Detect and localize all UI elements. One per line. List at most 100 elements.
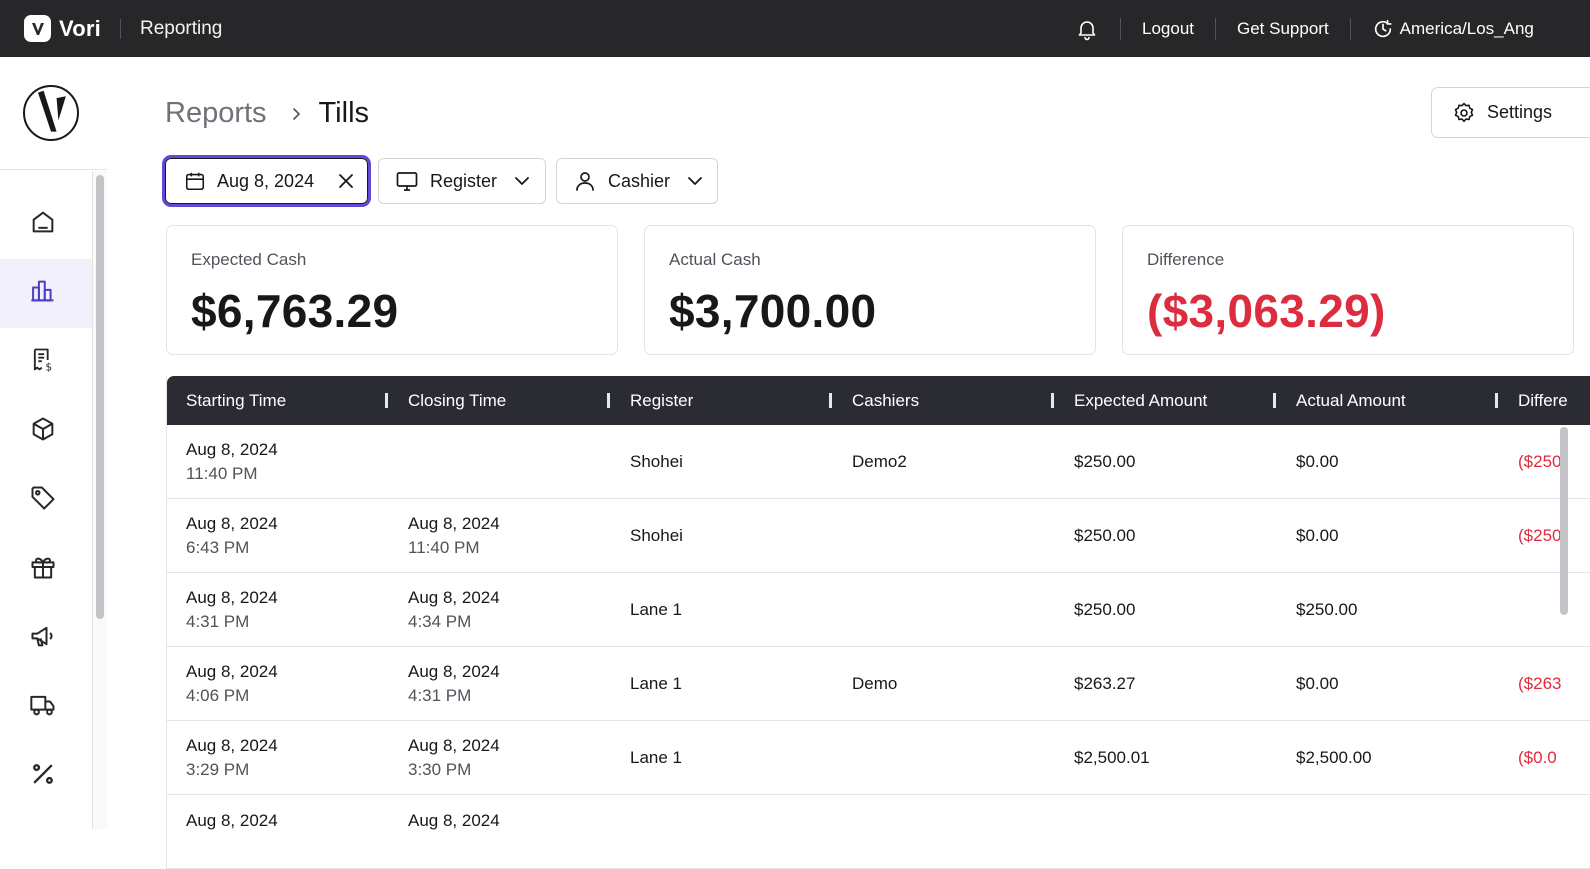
expected-amount-cell: $250.00: [1074, 526, 1136, 545]
notification-bell-icon[interactable]: [1075, 17, 1099, 41]
actual-cash-card: Actual Cash $3,700.00: [644, 225, 1096, 355]
table-row[interactable]: Aug 8, 2024 4:31 PM Aug 8, 2024 4:34 PM La…: [167, 573, 1590, 647]
cashier-filter-label: Cashier: [608, 170, 671, 191]
time-text: 11:40 PM: [186, 464, 258, 483]
closing-time-cell: Aug 8, 2024 4:31 PM: [408, 647, 500, 721]
cashiers-cell: Demo: [852, 674, 898, 693]
time-text: 4:31 PM: [408, 686, 472, 705]
logout-link[interactable]: Logout: [1142, 19, 1194, 39]
register-filter[interactable]: Register: [378, 158, 546, 204]
date-text: Aug 8, 2024: [408, 514, 500, 533]
percent-icon: [29, 760, 57, 793]
sidebar-scrollbar-thumb[interactable]: [96, 175, 104, 619]
starting-time-cell: Aug 8, 2024 11:40 PM: [186, 425, 278, 499]
column-resize-handle[interactable]: [1273, 393, 1276, 408]
cashier-filter[interactable]: Cashier: [556, 158, 718, 204]
actual-amount-cell: $0.00: [1296, 452, 1339, 471]
register-filter-label: Register: [430, 170, 498, 191]
column-resize-handle[interactable]: [1495, 393, 1498, 408]
column-header[interactable]: Expected Amount: [1074, 376, 1207, 425]
chevron-right-icon: [289, 107, 303, 121]
vori-logo-icon: [24, 15, 51, 42]
card-value: $6,763.29: [191, 285, 399, 337]
table-row[interactable]: Aug 8, 2024 3:29 PM Aug 8, 2024 3:30 PM La…: [167, 721, 1590, 795]
register-cell: Lane 1: [630, 748, 682, 767]
user-icon: [573, 169, 597, 193]
column-resize-handle[interactable]: [385, 393, 388, 408]
sidebar-item-orders[interactable]: [0, 673, 92, 742]
receipt-dollar-icon: $: [29, 346, 57, 379]
home-icon: [29, 208, 57, 241]
brand-logo[interactable]: Vori: [24, 15, 101, 42]
table-scrollbar[interactable]: [1560, 427, 1590, 829]
table-row[interactable]: Aug 8, 2024 11:40 PM Shohei Demo2 $250.00…: [167, 425, 1590, 499]
truck-icon: [29, 691, 57, 724]
table-scrollbar-thumb[interactable]: [1560, 427, 1568, 615]
closing-time-cell: Aug 8, 2024 3:30 PM: [408, 721, 500, 795]
tag-icon: [29, 484, 57, 517]
chevron-down-icon: [513, 172, 531, 190]
breadcrumb-reports[interactable]: Reports: [165, 97, 267, 130]
difference-cell: ($250: [1518, 526, 1562, 545]
sidebar-item-discounts[interactable]: [0, 742, 92, 811]
app-name: Reporting: [139, 17, 223, 39]
timezone-label: America/Los_Ang: [1399, 18, 1534, 38]
column-header[interactable]: Register: [630, 376, 693, 425]
sidebar-item-home[interactable]: [0, 190, 92, 259]
date-text: Aug 8, 2024: [186, 736, 278, 755]
sidebar-item-reporting[interactable]: [0, 259, 92, 328]
sidebar-item-products[interactable]: [0, 397, 92, 466]
starting-time-cell: Aug 8, 2024: [186, 795, 278, 869]
column-header[interactable]: Differe: [1518, 376, 1568, 425]
difference-cell: ($250: [1518, 452, 1562, 471]
divider: [119, 18, 121, 39]
sidebar-scrollbar[interactable]: [93, 171, 107, 829]
closing-time-cell: Aug 8, 2024: [408, 795, 500, 869]
date-text: Aug 8, 2024: [186, 662, 278, 681]
column-header[interactable]: Actual Amount: [1296, 376, 1406, 425]
expected-amount-cell: $250.00: [1074, 600, 1136, 619]
closing-time-cell: Aug 8, 2024 11:40 PM: [408, 499, 500, 573]
column-header[interactable]: Closing Time: [408, 376, 506, 425]
card-value: $3,700.00: [669, 285, 877, 337]
clear-date-icon[interactable]: [337, 172, 355, 190]
date-text: Aug 8, 2024: [408, 811, 500, 830]
register-cell: Lane 1: [630, 674, 682, 693]
date-filter[interactable]: Aug 8, 2024: [162, 155, 371, 207]
settings-button[interactable]: Settings: [1431, 87, 1590, 138]
chevron-down-icon: [686, 172, 704, 190]
card-label: Expected Cash: [191, 250, 307, 269]
column-header[interactable]: Starting Time: [186, 376, 286, 425]
sidebar-item-gift-cards[interactable]: [0, 535, 92, 604]
table-row[interactable]: Aug 8, 2024 4:06 PM Aug 8, 2024 4:31 PM La…: [167, 647, 1590, 721]
divider: [1349, 17, 1351, 40]
sidebar-item-receipts[interactable]: $: [0, 328, 92, 397]
column-resize-handle[interactable]: [1051, 393, 1054, 408]
date-text: Aug 8, 2024: [186, 514, 278, 533]
difference-cell: ($0.0: [1518, 748, 1557, 767]
time-text: 4:34 PM: [408, 612, 472, 631]
table-row[interactable]: Aug 8, 2024 6:43 PM Aug 8, 2024 11:40 PM S…: [167, 499, 1590, 573]
actual-amount-cell: $2,500.00: [1296, 748, 1372, 767]
divider: [1120, 17, 1121, 40]
sidebar-item-marketing[interactable]: [0, 604, 92, 673]
timezone-selector[interactable]: America/Los_Ang: [1372, 18, 1534, 40]
starting-time-cell: Aug 8, 2024 4:06 PM: [186, 647, 278, 721]
column-header[interactable]: Cashiers: [852, 376, 919, 425]
sidebar-item-promotions[interactable]: [0, 466, 92, 535]
date-text: Aug 8, 2024: [408, 662, 500, 681]
expected-amount-cell: $263.27: [1074, 674, 1136, 693]
store-logo[interactable]: [23, 85, 79, 141]
column-resize-handle[interactable]: [829, 393, 832, 408]
svg-text:$: $: [45, 362, 52, 374]
table-row[interactable]: Aug 8, 2024 Aug 8, 2024: [167, 795, 1590, 869]
actual-amount-cell: $0.00: [1296, 674, 1339, 693]
register-cell: Lane 1: [630, 600, 682, 619]
register-cell: Shohei: [630, 452, 683, 471]
column-resize-handle[interactable]: [607, 393, 610, 408]
card-label: Difference: [1147, 250, 1225, 269]
sidebar: $: [0, 57, 107, 829]
get-support-link[interactable]: Get Support: [1237, 19, 1329, 39]
main-content: Reports Tills Settings Aug 8, 2024 Regis…: [107, 57, 1590, 869]
breadcrumb: Reports Tills: [165, 97, 369, 130]
